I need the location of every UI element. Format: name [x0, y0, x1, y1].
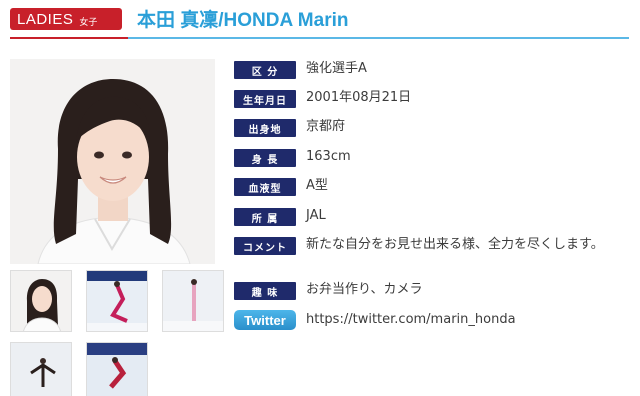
- height-row-label: 身 長: [234, 149, 296, 167]
- category-sub-label: 女子: [79, 17, 98, 28]
- category-label: LADIES: [17, 10, 74, 28]
- header-divider-blue: [128, 37, 629, 39]
- blood-type-row-value: A型: [306, 178, 328, 193]
- comment-row-label: コメント: [234, 237, 296, 255]
- twitter-row-value: https://twitter.com/marin_honda: [306, 311, 624, 328]
- comment-row-value: 新たな自分をお見せ出来る様、全力を尽くします。: [306, 237, 604, 252]
- height-row-value: 163cm: [306, 149, 351, 164]
- thumbnail-skating-1[interactable]: [86, 270, 148, 332]
- category-row-label: 区 分: [234, 61, 296, 79]
- blood-type-row-label: 血液型: [234, 178, 296, 196]
- page-header: LADIES 女子 本田 真凜/HONDA Marin: [0, 0, 640, 40]
- birthdate-row-label: 生年月日: [234, 90, 296, 108]
- portrait-image: [10, 59, 215, 264]
- twitter-button[interactable]: Twitter: [234, 310, 296, 330]
- twitter-link[interactable]: https://twitter.com/marin_honda: [306, 312, 516, 327]
- category-badge: LADIES 女子: [10, 8, 122, 30]
- hobby-row-label: 趣 味: [234, 282, 296, 300]
- athlete-name: 本田 真凜/HONDA Marin: [137, 10, 349, 31]
- affiliation-row-value: JAL: [306, 208, 326, 223]
- birthdate-row-value: 2001年08月21日: [306, 90, 412, 105]
- affiliation-row-label: 所 属: [234, 208, 296, 226]
- photo-thumbnails: [10, 270, 225, 396]
- category-row-value: 強化選手A: [306, 61, 367, 76]
- hometown-row-label: 出身地: [234, 119, 296, 137]
- header-divider-red: [10, 37, 128, 39]
- thumbnail-skating-3[interactable]: [10, 342, 72, 396]
- hobby-row-value: お弁当作り、カメラ: [306, 282, 423, 297]
- thumbnail-portrait[interactable]: [10, 270, 72, 332]
- main-portrait-photo: [10, 59, 215, 264]
- thumbnail-skating-4[interactable]: [86, 342, 148, 396]
- hometown-row-value: 京都府: [306, 119, 346, 134]
- thumbnail-skating-2[interactable]: [162, 270, 224, 332]
